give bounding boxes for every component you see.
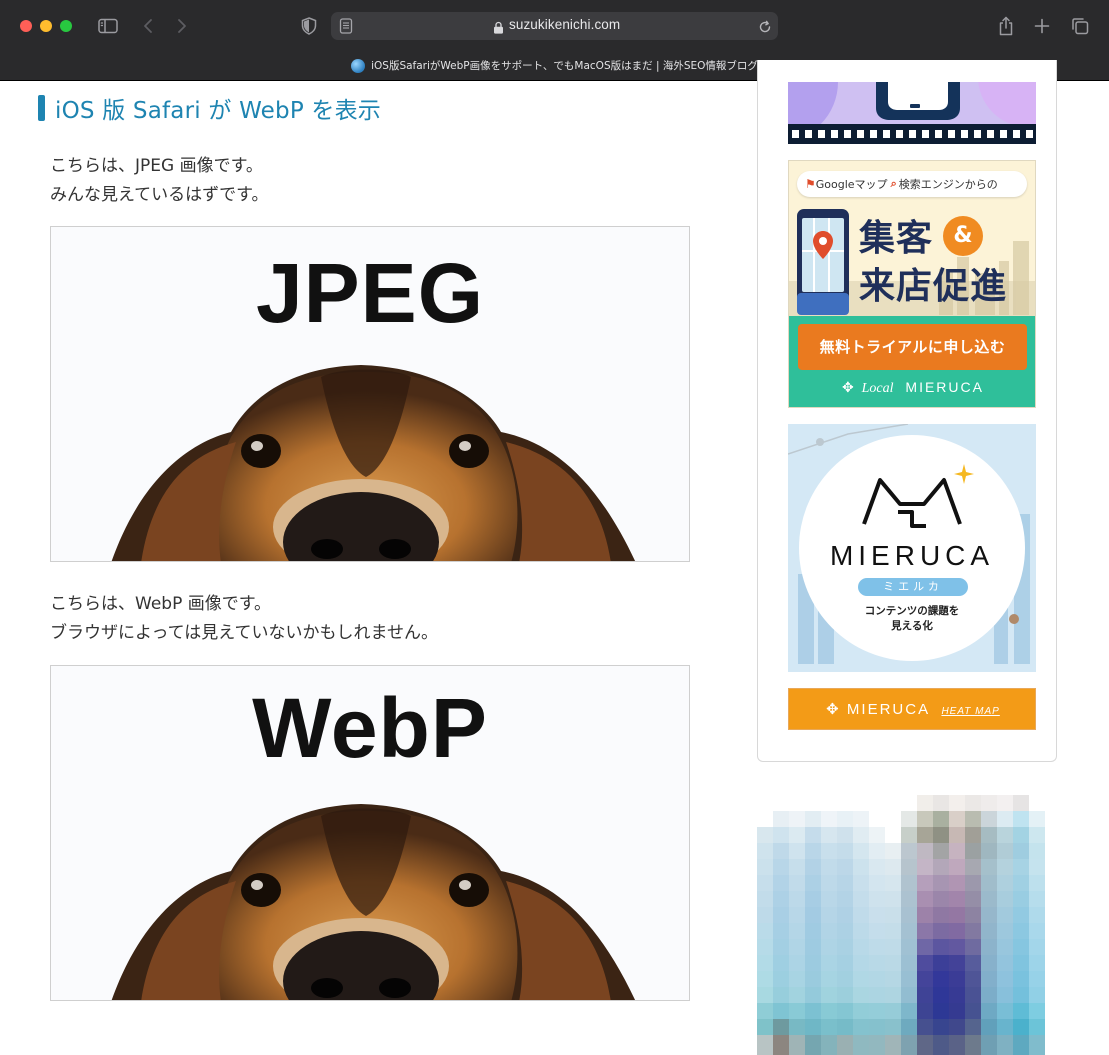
mieruca-tagline: コンテンツの課題を 見える化 xyxy=(788,604,1036,634)
heading-accent-bar xyxy=(38,94,45,121)
reload-icon[interactable] xyxy=(758,19,772,33)
close-window-button[interactable] xyxy=(20,20,32,32)
banner-top-partial[interactable] xyxy=(788,82,1036,144)
headline-ampersand: & xyxy=(943,216,983,256)
privacy-shield-icon[interactable] xyxy=(298,14,320,38)
paragraph-line: ブラウザによっては見えていないかもしれません。 xyxy=(50,623,438,643)
mieruca-cat-icon: ✥ xyxy=(842,379,856,395)
minimize-window-button[interactable] xyxy=(40,20,52,32)
free-trial-button[interactable]: 無料トライアルに申し込む xyxy=(798,324,1027,370)
jpeg-dog-image: JPEG xyxy=(50,226,690,562)
site-favicon-icon xyxy=(351,58,366,73)
banner-top-graphic xyxy=(788,82,1036,144)
jpeg-image-label: JPEG xyxy=(255,246,485,340)
tab-title: iOS版SafariがWebP画像をサポート、でもMacOS版はまだ | 海外S… xyxy=(371,60,758,72)
mieruca-heatmap-ad[interactable]: ✥ MIERUCA HEAT MAP xyxy=(788,688,1036,730)
jpeg-paragraph: こちらは、JPEG 画像です。 みんな見えているはずです。 xyxy=(50,152,268,210)
back-chevron-icon[interactable] xyxy=(139,14,157,38)
section-heading: iOS 版 Safari が WebP を表示 xyxy=(38,94,381,124)
mieruca-cat-icon: ✥ xyxy=(826,701,841,718)
local-mieruca-ad[interactable]: ⚑ Googleマップ ⌕ 検索エンジンからの 集客 & 来店促進 無料トライア… xyxy=(788,160,1036,408)
search-icon: ⌕ xyxy=(890,177,897,190)
tagline-line: 見える化 xyxy=(891,620,933,632)
pill-search-text: 検索エンジンからの xyxy=(898,178,998,191)
paragraph-line: こちらは、WebP 画像です。 xyxy=(50,594,272,614)
address-bar[interactable]: suzukikenichi.com xyxy=(331,12,778,40)
sidebar-toggle-icon[interactable] xyxy=(96,14,120,38)
headline-attract: 集客 xyxy=(859,218,934,259)
mieruca-ad[interactable]: MIERUCA ミエルカ コンテンツの課題を 見える化 xyxy=(788,424,1036,672)
lock-icon xyxy=(493,19,504,34)
paragraph-line: みんな見えているはずです。 xyxy=(50,185,269,205)
headline-visit: 来店促進 xyxy=(859,266,1008,307)
browser-toolbar: suzukikenichi.com xyxy=(0,0,1109,52)
logo-brand-text: MIERUCA xyxy=(905,379,984,395)
pill-google-text: Googleマップ xyxy=(815,178,888,191)
mieruca-kana-badge: ミエルカ xyxy=(858,578,968,596)
webp-dog-image: WebP xyxy=(50,665,690,1001)
url-text[interactable]: suzukikenichi.com xyxy=(509,17,620,32)
paragraph-line: こちらは、JPEG 画像です。 xyxy=(50,156,263,176)
zoom-window-button[interactable] xyxy=(60,20,72,32)
heatmap-tag-text: HEAT MAP xyxy=(941,706,1000,717)
forward-chevron-icon[interactable] xyxy=(173,14,191,38)
new-tab-plus-icon[interactable] xyxy=(1031,14,1053,38)
article-body: iOS 版 Safari が WebP を表示 こちらは、JPEG 画像です。 … xyxy=(0,82,740,1055)
mieruca-cat-icon xyxy=(862,464,974,528)
tab-overview-icon[interactable] xyxy=(1069,14,1091,38)
tagline-line: コンテンツの課題を xyxy=(864,605,960,617)
pixelated-sidebar-image xyxy=(757,795,1045,1055)
share-icon[interactable] xyxy=(995,14,1017,38)
google-maps-pill: ⚑ Googleマップ ⌕ 検索エンジンからの xyxy=(797,171,1027,197)
mieruca-wordmark: MIERUCA xyxy=(829,540,995,571)
logo-local-text: Local xyxy=(861,381,894,396)
webp-paragraph: こちらは、WebP 画像です。 ブラウザによっては見えていないかもしれません。 xyxy=(50,590,438,648)
cta-strip: 無料トライアルに申し込む ✥ Local MIERUCA xyxy=(789,316,1035,407)
webp-image-label: WebP xyxy=(252,681,488,775)
map-pin-icon: ⚑ xyxy=(805,177,816,191)
heatmap-brand-text: MIERUCA xyxy=(846,701,930,718)
local-mieruca-logo: ✥ Local MIERUCA xyxy=(789,379,1035,397)
heatmap-logo: ✥ MIERUCA HEAT MAP xyxy=(789,700,1035,718)
heading-text: iOS 版 Safari が WebP を表示 xyxy=(55,97,381,124)
page-menu-icon[interactable] xyxy=(339,18,353,34)
